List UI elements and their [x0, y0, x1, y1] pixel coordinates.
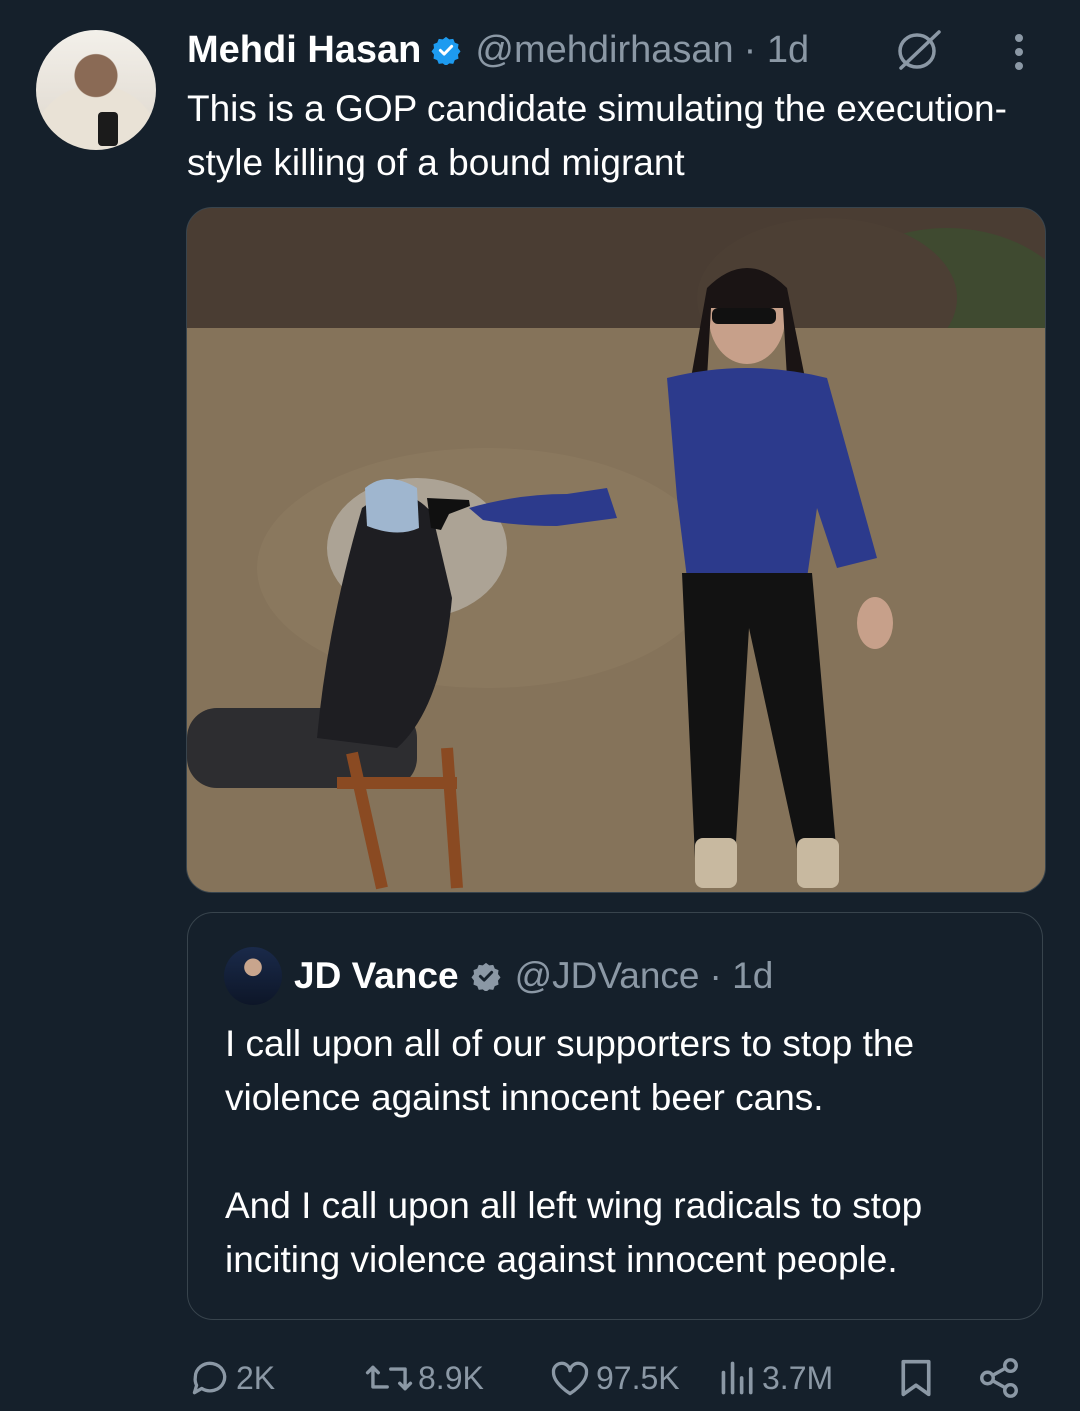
retweet-button[interactable]: 8.9K — [364, 1350, 484, 1406]
reply-count: 2K — [236, 1359, 276, 1396]
quoted-verified-icon — [471, 962, 501, 991]
author-handle[interactable]: @mehdirhasan — [475, 29, 733, 72]
retweet-count: 8.9K — [418, 1359, 484, 1396]
like-icon — [551, 1361, 589, 1396]
bookmark-button[interactable] — [896, 1350, 936, 1406]
author-avatar[interactable] — [36, 30, 156, 150]
tweet-header: Mehdi Hasan @mehdirhasan · 1d — [187, 22, 809, 78]
grok-icon[interactable] — [893, 28, 945, 72]
views-button[interactable]: 3.7M — [718, 1350, 833, 1406]
quoted-tweet[interactable]: JD Vance @JDVance · 1d I call upon all o… — [187, 912, 1043, 1320]
more-icon[interactable] — [1008, 32, 1030, 72]
reply-icon — [192, 1361, 227, 1395]
tweet-time[interactable]: · 1d — [744, 29, 809, 72]
quoted-time: · 1d — [709, 955, 774, 996]
quoted-name[interactable]: JD Vance — [294, 955, 459, 997]
retweet-icon — [365, 1365, 413, 1391]
quoted-handle[interactable]: @JDVance — [515, 955, 700, 997]
photo-illustration — [187, 208, 1045, 892]
tweet-text: This is a GOP candidate simulating the e… — [187, 88, 1007, 183]
quoted-header: JD Vance @JDVance · 1d — [294, 949, 773, 1003]
bookmark-icon — [901, 1359, 931, 1397]
share-button[interactable] — [976, 1350, 1022, 1406]
quoted-avatar[interactable] — [224, 947, 282, 1005]
verified-icon — [431, 36, 461, 65]
action-bar: 2K 8.9K 97.5K 3.7M — [0, 1350, 1080, 1406]
quoted-paragraph-2: And I call upon all left wing radicals t… — [225, 1185, 923, 1280]
reply-button[interactable]: 2K — [188, 1350, 275, 1406]
like-count: 97.5K — [596, 1359, 680, 1396]
author-name[interactable]: Mehdi Hasan — [187, 29, 421, 72]
like-button[interactable]: 97.5K — [548, 1350, 680, 1406]
views-icon — [721, 1361, 753, 1395]
tweet-photo[interactable] — [186, 207, 1046, 893]
view-count: 3.7M — [762, 1359, 834, 1396]
quoted-text: I call upon all of our supporters to sto… — [225, 1017, 1025, 1287]
share-icon — [980, 1358, 1018, 1398]
quoted-paragraph-1: I call upon all of our supporters to sto… — [225, 1023, 915, 1118]
